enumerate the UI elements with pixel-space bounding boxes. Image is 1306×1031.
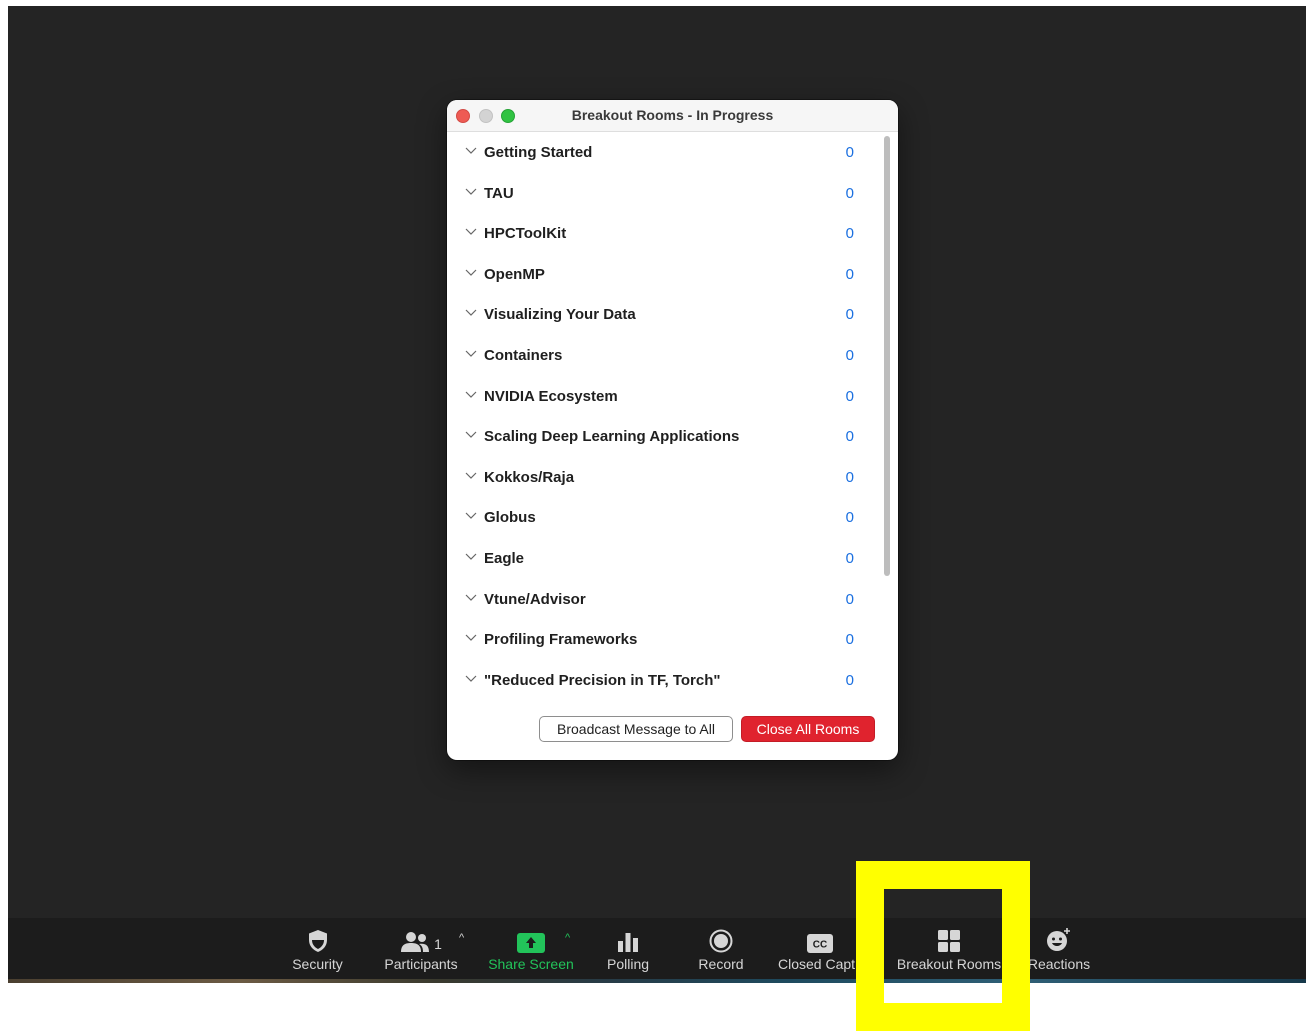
breakout-rooms-dialog: Breakout Rooms - In Progress Getting Sta…: [447, 100, 898, 760]
chevron-down-icon[interactable]: [465, 430, 477, 440]
record-icon: [709, 929, 733, 953]
room-name: HPCToolKit: [484, 225, 567, 243]
room-item[interactable]: Scaling Deep Learning Applications 0: [447, 416, 879, 457]
room-count: 0: [845, 144, 854, 161]
shield-icon: [308, 930, 327, 952]
participants-button[interactable]: 1 Participants: [380, 918, 462, 979]
room-name: Kokkos/Raja: [484, 468, 575, 486]
record-label: Record: [698, 956, 744, 972]
room-name: TAU: [484, 184, 514, 202]
room-name: OpenMP: [484, 265, 545, 283]
chevron-down-icon[interactable]: [465, 187, 477, 197]
reactions-button[interactable]: Reactions: [1026, 918, 1092, 979]
reactions-label: Reactions: [1027, 956, 1091, 972]
room-name: Visualizing Your Data: [484, 306, 636, 324]
chevron-down-icon[interactable]: [465, 268, 477, 278]
room-item[interactable]: OpenMP 0: [447, 254, 879, 295]
chevron-down-icon[interactable]: [465, 674, 477, 684]
room-name: Vtune/Advisor: [484, 590, 586, 608]
room-count: 0: [845, 265, 854, 283]
room-item[interactable]: Getting Started 0: [447, 132, 879, 173]
room-item[interactable]: Eagle 0: [447, 538, 879, 579]
room-name: Globus: [484, 509, 536, 527]
breakout-rooms-label: Breakout Rooms: [896, 956, 1002, 972]
reactions-icon: [1047, 928, 1070, 951]
room-name: NVIDIA Ecosystem: [484, 387, 618, 405]
share-screen-button[interactable]: Share Screen: [486, 918, 576, 979]
chevron-down-icon[interactable]: [465, 511, 477, 521]
chevron-down-icon[interactable]: [465, 349, 477, 359]
room-count: 0: [845, 346, 854, 364]
share-screen-label: Share Screen: [488, 956, 574, 972]
breakout-rooms-button[interactable]: Breakout Rooms: [893, 918, 1005, 979]
chevron-down-icon[interactable]: [465, 633, 477, 643]
video-strip: [8, 979, 1306, 983]
share-screen-icon: [517, 933, 545, 953]
meeting-toolbar: Security 1 Participants ^ Share Screen ^: [8, 918, 1306, 979]
room-list: Getting Started 0 TAU 0 HPCToolKit 0 OpenMP…: [447, 132, 879, 704]
room-item[interactable]: NVIDIA Ecosystem 0: [447, 376, 879, 417]
breakout-rooms-icon: [938, 930, 960, 952]
chevron-down-icon[interactable]: [465, 471, 477, 481]
participants-caret-icon[interactable]: ^: [459, 932, 464, 944]
chevron-down-icon[interactable]: [465, 390, 477, 400]
security-label: Security: [292, 956, 343, 972]
room-item[interactable]: Globus 0: [447, 497, 879, 538]
broadcast-message-button[interactable]: Broadcast Message to All: [539, 716, 733, 742]
room-item[interactable]: Profiling Frameworks 0: [447, 619, 879, 660]
polling-icon: [618, 933, 638, 952]
room-count: 0: [845, 387, 854, 405]
room-item[interactable]: Visualizing Your Data 0: [447, 294, 879, 335]
room-item[interactable]: "Reduced Precision in TF, Torch" 0: [447, 660, 879, 701]
room-item[interactable]: Kokkos/Raja 0: [447, 457, 879, 498]
participants-count: 1: [434, 936, 442, 952]
share-caret-icon[interactable]: ^: [565, 932, 570, 944]
chevron-down-icon[interactable]: [465, 308, 477, 318]
room-count: 0: [845, 509, 854, 527]
scrollbar-thumb[interactable]: [884, 136, 890, 576]
chevron-down-icon[interactable]: [465, 146, 477, 156]
room-count: 0: [845, 184, 854, 202]
room-count: 0: [845, 549, 854, 567]
dialog-title: Breakout Rooms - In Progress: [571, 107, 774, 123]
closed-captions-label: Closed Capt: [778, 956, 856, 972]
room-name: Profiling Frameworks: [484, 631, 638, 649]
close-all-rooms-button[interactable]: Close All Rooms: [741, 716, 875, 742]
closed-captions-button[interactable]: CC Closed Capt: [778, 918, 862, 979]
room-name: Getting Started: [484, 144, 593, 161]
polling-button[interactable]: Polling: [598, 918, 658, 979]
room-count: 0: [845, 225, 854, 243]
participants-icon: [401, 932, 430, 952]
participants-label: Participants: [384, 956, 458, 972]
room-item[interactable]: TAU 0: [447, 173, 879, 214]
dialog-titlebar: Breakout Rooms - In Progress: [447, 100, 898, 132]
room-count: 0: [845, 428, 854, 446]
room-name: "Reduced Precision in TF, Torch": [484, 671, 721, 689]
room-item[interactable]: Vtune/Advisor 0: [447, 579, 879, 620]
chevron-down-icon[interactable]: [465, 552, 477, 562]
security-button[interactable]: Security: [280, 918, 355, 979]
room-count: 0: [845, 590, 854, 608]
room-name: Scaling Deep Learning Applications: [484, 428, 740, 446]
room-name: Eagle: [484, 549, 525, 567]
svg-text:CC: CC: [813, 940, 827, 951]
room-count: 0: [845, 306, 854, 324]
room-count: 0: [845, 671, 854, 689]
polling-label: Polling: [606, 956, 650, 972]
record-button[interactable]: Record: [692, 918, 750, 979]
room-count: 0: [845, 468, 854, 486]
room-item[interactable]: Containers 0: [447, 335, 879, 376]
chevron-down-icon[interactable]: [465, 227, 477, 237]
closed-captions-icon: CC: [807, 934, 833, 953]
chevron-down-icon[interactable]: [465, 593, 477, 603]
room-item[interactable]: HPCToolKit 0: [447, 213, 879, 254]
room-name: Containers: [484, 346, 563, 364]
room-count: 0: [845, 631, 854, 649]
